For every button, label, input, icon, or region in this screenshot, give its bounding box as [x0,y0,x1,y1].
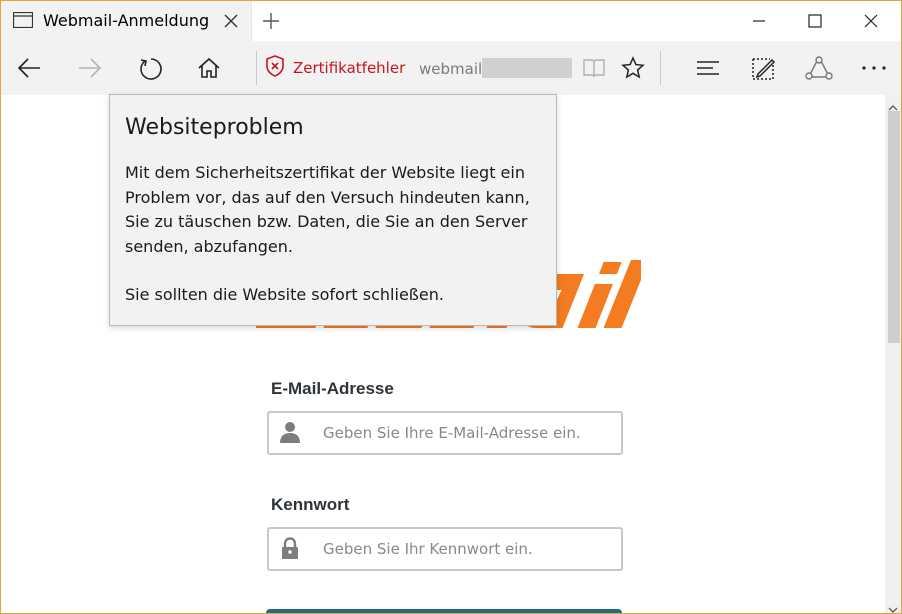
toolbar-divider [660,51,661,85]
url-text[interactable]: webmail [419,60,482,78]
popup-body-text: Mit dem Sicherheitszertifikat der Websit… [125,163,530,256]
user-icon [279,421,301,447]
arrow-left-icon[interactable] [16,56,42,84]
certificate-error-button[interactable]: Zertifikatfehler [265,55,406,81]
more-dots-icon[interactable] [861,56,887,84]
browser-window: Webmail-Anmeldung Zertifikatfehler webma… [0,0,902,614]
email-field[interactable] [267,411,623,455]
lock-icon [279,537,301,563]
title-bar: Webmail-Anmeldung [1,1,901,41]
minimize-icon[interactable] [751,13,767,33]
book-icon[interactable] [582,56,606,84]
url-redaction [482,58,572,78]
login-button[interactable] [266,609,622,613]
arrow-right-icon[interactable] [77,56,103,84]
popup-advice: Sie sollten die Website sofort schließen… [125,285,444,304]
share-icon[interactable] [805,56,833,86]
shield-x-icon [265,55,285,81]
certificate-warning-popup: Websiteproblem Mit dem Sicherheitszertif… [109,94,557,326]
popup-title: Websiteproblem [125,115,304,140]
tab-title: Webmail-Anmeldung [43,11,210,30]
close-icon[interactable] [223,13,239,33]
page-scrollbar[interactable] [885,95,901,613]
password-input[interactable] [321,537,615,561]
star-icon[interactable] [621,56,645,84]
scroll-thumb[interactable] [888,111,900,343]
email-input[interactable] [321,421,615,445]
certificate-error-label: Zertifikatfehler [293,59,406,77]
plus-icon[interactable] [261,11,281,35]
browser-tab[interactable]: Webmail-Anmeldung [1,1,252,41]
email-label: E-Mail-Adresse [271,379,394,398]
window-close-icon[interactable] [863,13,879,33]
popup-body: Mit dem Sicherheitszertifikat der Websit… [125,161,547,259]
browser-tab-icon [12,11,34,32]
navigation-bar: Zertifikatfehler webmail [1,41,901,95]
password-field[interactable] [267,527,623,571]
address-divider [256,51,257,85]
web-note-icon[interactable] [750,56,776,86]
home-icon[interactable] [197,56,221,84]
maximize-icon[interactable] [807,13,823,33]
refresh-icon[interactable] [138,56,164,86]
scroll-down-arrow-icon[interactable] [888,599,898,613]
password-label: Kennwort [271,495,350,514]
hub-icon[interactable] [695,56,721,84]
